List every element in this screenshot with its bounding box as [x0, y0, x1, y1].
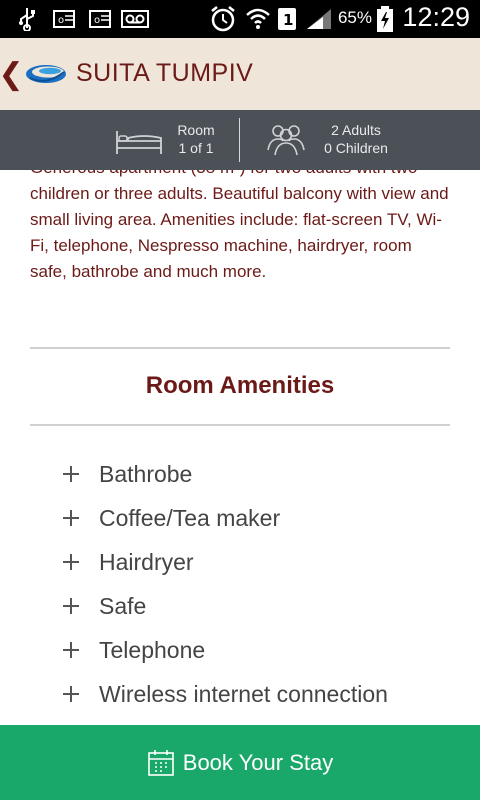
- amenity-label: Wireless internet connection: [99, 680, 388, 707]
- room-description: Generous apartment (38 m²) for two adult…: [30, 170, 449, 281]
- room-label: Room: [177, 122, 215, 138]
- sim-icon: 1: [276, 6, 298, 32]
- adults-count: 2 Adults: [331, 122, 381, 138]
- alarm-icon: [208, 6, 238, 32]
- amenity-label: Safe: [99, 592, 147, 619]
- svg-text:1: 1: [283, 11, 293, 29]
- plus-icon: [60, 683, 82, 705]
- room-count: 1 of 1: [178, 140, 214, 156]
- amenity-item: Hairdryer: [60, 540, 460, 584]
- amenity-item: Bathrobe: [60, 452, 460, 496]
- plus-icon: [60, 551, 82, 573]
- signal-icon: [304, 6, 334, 32]
- calendar-icon: [147, 749, 174, 776]
- booking-summary-bar[interactable]: Room 1 of 1 2 Adults 0 Children: [0, 110, 480, 170]
- book-button-label: Book Your Stay: [182, 749, 334, 775]
- amenity-item: Safe: [60, 584, 460, 628]
- amenity-label: Bathrobe: [99, 460, 193, 487]
- amenity-item: Telephone: [60, 628, 460, 672]
- usb-icon: [14, 6, 40, 32]
- app-header: ❮ SUITA TUMPIV: [0, 38, 480, 110]
- amenity-label: Telephone: [99, 636, 206, 663]
- book-your-stay-button[interactable]: Book Your Stay: [0, 725, 480, 800]
- amenities-heading: Room Amenities: [145, 372, 335, 399]
- page-title: SUITA TUMPIV: [76, 59, 254, 87]
- divider: [239, 118, 240, 162]
- amenity-label: Coffee/Tea maker: [99, 504, 281, 531]
- amenity-label: Hairdryer: [99, 548, 194, 575]
- status-bar: o o 1 65% 12:29: [0, 0, 480, 38]
- outlook-icon-2: o: [88, 6, 112, 32]
- divider: [30, 424, 450, 426]
- hotel-logo-icon: [26, 65, 66, 83]
- amenities-list: Bathrobe Coffee/Tea maker Hairdryer Safe…: [60, 452, 460, 716]
- plus-icon: [60, 463, 82, 485]
- battery-percent: 65%: [337, 8, 372, 27]
- plus-icon: [60, 639, 82, 661]
- status-clock: 12:29: [402, 2, 470, 32]
- amenity-item: Wireless internet connection: [60, 672, 460, 716]
- svg-text:o: o: [94, 15, 100, 26]
- wifi-icon: [244, 6, 272, 32]
- amenity-item: Coffee/Tea maker: [60, 496, 460, 540]
- battery-charging-icon: [374, 6, 396, 32]
- divider: [30, 347, 450, 349]
- back-button[interactable]: ❮: [0, 56, 24, 92]
- outlook-icon: o: [52, 6, 76, 32]
- svg-text:o: o: [58, 15, 64, 26]
- guests-icon: [267, 125, 305, 156]
- plus-icon: [60, 595, 82, 617]
- bed-icon: [116, 131, 162, 154]
- children-count: 0 Children: [324, 140, 388, 156]
- voicemail-icon: [120, 6, 150, 32]
- room-details-content[interactable]: Generous apartment (38 m²) for two adult…: [0, 170, 480, 725]
- plus-icon: [60, 507, 82, 529]
